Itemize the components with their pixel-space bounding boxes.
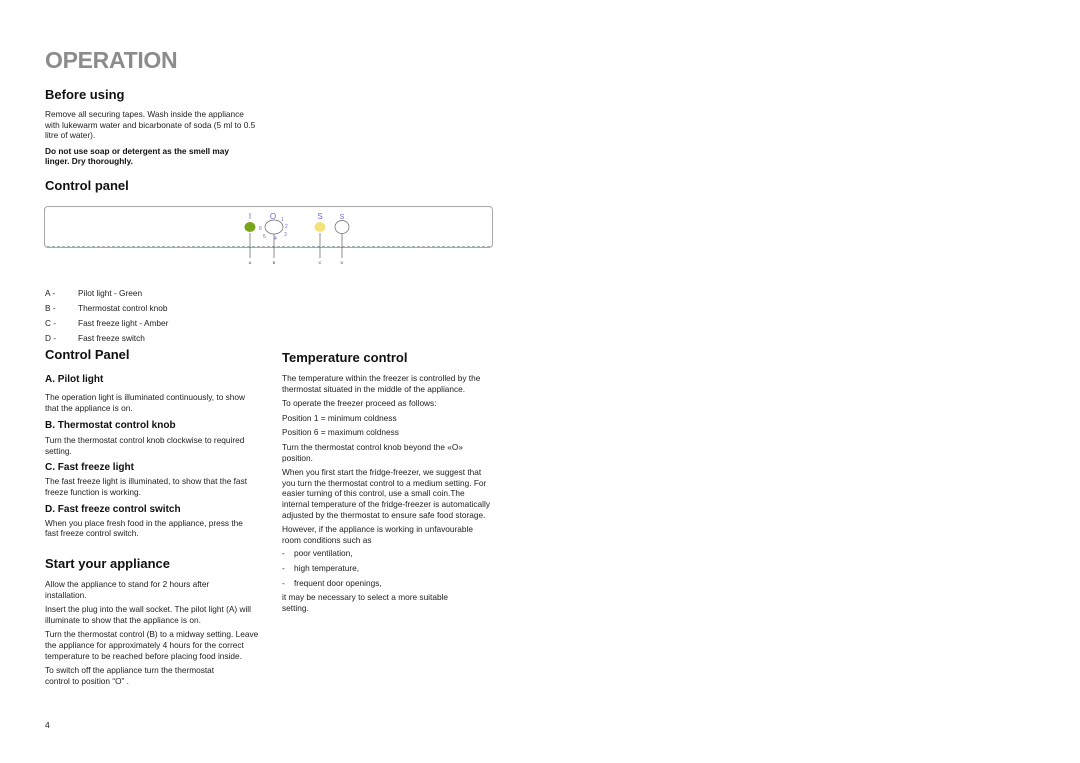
control-panel-heading: Control Panel [45, 347, 130, 362]
fast-freeze-light-icon [314, 222, 326, 232]
fast-freeze-light-heading: C. Fast freeze light [45, 462, 134, 474]
start-appliance-para: Allow the appliance to stand for 2 hours… [45, 579, 210, 600]
fast-freeze-switch-icon [334, 220, 350, 234]
legend-key: C - [45, 318, 57, 328]
thermostat-knob-heading: B. Thermostat control knob [45, 420, 176, 432]
before-using-text: Remove all securing tapes. Wash inside t… [45, 109, 256, 141]
temperature-control-closing: it may be necessary to select a more sui… [282, 592, 449, 613]
control-panel-diagram-heading: Control panel [45, 178, 129, 193]
knob-position-1: 1 [281, 217, 284, 223]
list-item-text: frequent door openings, [294, 578, 382, 589]
legend-label: Pilot light - Green [78, 288, 143, 298]
fast-freeze-switch-text: When you place fresh food in the applian… [45, 517, 243, 539]
before-using-heading: Before using [45, 87, 125, 102]
legend-item: A - Pilot light - Green [45, 286, 168, 301]
temperature-control-para: The temperature within the freezer is co… [282, 373, 481, 394]
knob-position-6: 6 [259, 226, 262, 232]
legend-item: D - Fast freeze switch [45, 331, 168, 346]
temperature-control-para: Position 1 = minimum coldness [282, 412, 397, 423]
pilot-light-heading: A. Pilot light [45, 374, 104, 385]
knob-zero-symbol: O [270, 212, 276, 221]
temperature-control-section: Temperature control The temperature with… [282, 350, 494, 614]
fast-freeze-light-symbol: S [317, 212, 322, 221]
callout-d: D [341, 260, 344, 265]
control-panel-figure: I O S S 1 2 3 4 5 6 A B C D [244, 212, 350, 265]
fast-freeze-switch-heading: D. Fast freeze control switch [45, 503, 181, 515]
fast-freeze-light-text: The fast freeze light is illuminated, to… [45, 476, 247, 497]
list-item-text: poor ventilation, [294, 548, 353, 559]
before-using-section: Before using Remove all securing tapes. … [45, 87, 260, 167]
pilot-light-text: The operation light is illuminated conti… [45, 392, 246, 413]
list-item-text: high temperature, [294, 563, 360, 574]
temperature-control-heading: Temperature control [282, 350, 408, 365]
start-appliance-para: To switch off the appliance turn the the… [45, 665, 215, 686]
list-item: - high temperature, [282, 561, 494, 576]
start-appliance-section: Start your appliance Allow the appliance… [45, 556, 260, 686]
legend-label: Fast freeze switch [78, 333, 145, 343]
page-number: 4 [45, 720, 50, 730]
bullet-marker: - [282, 563, 285, 574]
thermostat-knob-text: Turn the thermostat control knob clockwi… [45, 435, 245, 456]
legend-key: D - [45, 333, 57, 343]
control-panel-section: Control Panel A. Pilot light The operati… [45, 347, 260, 539]
pilot-light-icon [244, 222, 256, 232]
list-item: - frequent door openings, [282, 576, 494, 591]
pilot-symbol: I [249, 212, 251, 221]
legend-label: Thermostat control knob [78, 303, 168, 313]
legend-item: C - Fast freeze light - Amber [45, 316, 168, 331]
callout-b: B [273, 260, 276, 265]
bullet-marker: - [282, 548, 285, 559]
callout-c: C [319, 260, 322, 265]
knob-position-2: 2 [285, 224, 288, 230]
list-item: - poor ventilation, [282, 546, 494, 561]
bullet-marker: - [282, 578, 285, 589]
start-appliance-heading: Start your appliance [45, 556, 170, 571]
start-appliance-para: Insert the plug into the wall socket. Th… [45, 604, 251, 625]
start-appliance-para: Turn the thermostat control (B) to a mid… [45, 629, 259, 661]
legend-item: B - Thermostat control knob [45, 301, 168, 316]
temperature-control-para: Turn the thermostat control knob beyond … [282, 441, 463, 463]
legend-key: B - [45, 303, 56, 313]
before-using-warning: Do not use soap or detergent as the smel… [45, 145, 229, 167]
knob-position-5: 5 [263, 234, 266, 240]
fast-freeze-switch-symbol: S [340, 214, 345, 221]
callout-a: A [249, 260, 252, 265]
control-panel-legend: A - Pilot light - Green B - Thermostat c… [45, 286, 168, 346]
temperature-control-para: When you first start the fridge-freezer,… [282, 467, 490, 520]
conditions-list: - poor ventilation, - high temperature, … [282, 546, 494, 591]
legend-label: Fast freeze light - Amber [78, 318, 169, 328]
page-title: OPERATION [45, 47, 178, 73]
temperature-control-para: Position 6 = maximum coldness [282, 427, 399, 438]
knob-position-4: 4 [274, 236, 277, 242]
temperature-control-para: However, if the appliance is working in … [282, 524, 473, 545]
temperature-control-para: To operate the freezer proceed as follow… [282, 398, 437, 409]
knob-position-3: 3 [284, 232, 287, 238]
legend-key: A - [45, 288, 56, 298]
